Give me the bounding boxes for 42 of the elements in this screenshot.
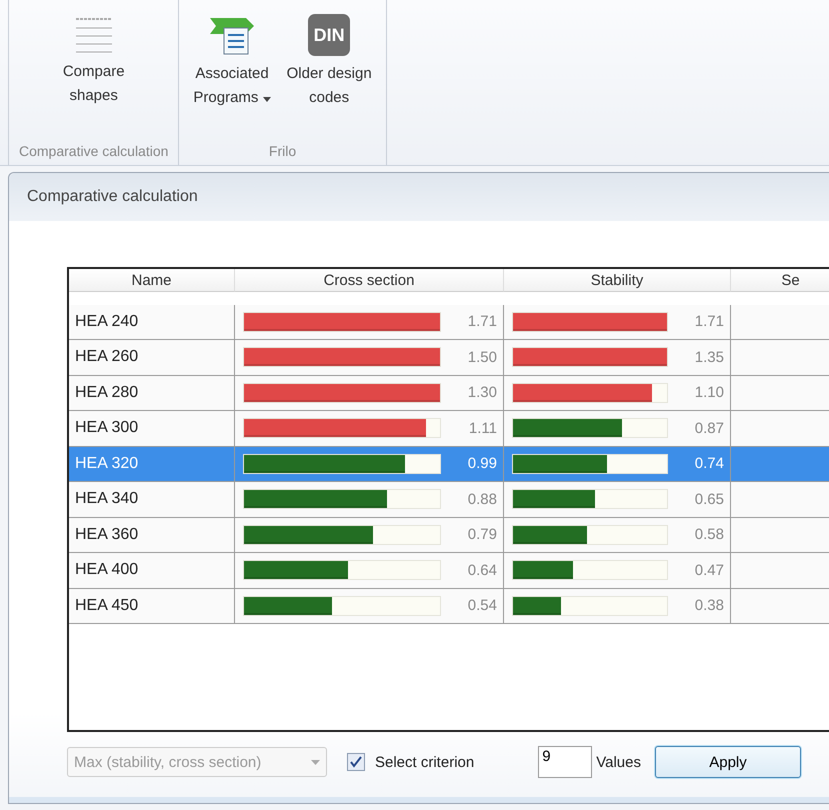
group-label: Comparative calculation <box>19 143 168 161</box>
caret-icon <box>311 760 320 764</box>
bar-reading: 0.65 <box>694 490 724 508</box>
name-cell[interactable]: HEA 450 <box>69 588 235 624</box>
select-criterion-checkbox[interactable]: Select criterion <box>341 752 480 772</box>
bar-reading: 1.71 <box>466 313 497 330</box>
bar-reading: 0.99 <box>466 455 497 472</box>
name-cell[interactable]: HEA 260 <box>69 340 235 376</box>
name-cell[interactable]: HEA 340 <box>69 482 235 518</box>
bar-reading: 0.38 <box>694 597 724 614</box>
column-header[interactable]: Cross section <box>235 269 504 292</box>
bar-reading: 0.58 <box>694 526 724 544</box>
name-cell[interactable]: HEA 300 <box>69 411 235 446</box>
bar-reading: 0.47 <box>694 562 724 579</box>
checkmark-icon <box>350 756 362 768</box>
name-cell[interactable]: HEA 400 <box>69 553 235 588</box>
column-header[interactable]: Name <box>69 269 235 292</box>
name-cell[interactable]: HEA 240 <box>69 304 235 340</box>
ribbon-button[interactable]: Compare shapes <box>58 12 129 143</box>
group-label: Frilo <box>268 143 296 161</box>
bar-reading: 0.74 <box>694 455 724 472</box>
panel-title: Comparative calculation <box>27 188 198 206</box>
name-cell[interactable]: HEA 360 <box>69 518 235 553</box>
column-header[interactable]: Stability <box>504 269 731 292</box>
din-icon: DIN <box>308 14 350 56</box>
values-field[interactable]: 9 <box>538 746 592 778</box>
bar-reading: 0.79 <box>466 526 497 544</box>
ribbon-button[interactable]: Associated Programs <box>189 12 275 143</box>
bar-reading: 1.50 <box>466 348 497 366</box>
bar-reading: 1.10 <box>694 384 724 402</box>
bar-reading: 0.54 <box>466 597 497 614</box>
bar-reading: 1.11 <box>468 420 497 437</box>
bar-reading: 0.88 <box>466 490 497 508</box>
values-label: Values <box>596 754 641 770</box>
bar-reading: 0.64 <box>466 562 497 579</box>
ribbon-button[interactable]: DIN Older design codes <box>282 12 376 143</box>
bar-reading: 1.71 <box>694 313 724 330</box>
bar-reading: 0.87 <box>694 420 724 437</box>
apply-button[interactable]: Apply <box>654 746 801 778</box>
name-cell[interactable]: HEA 280 <box>69 376 235 411</box>
bar-reading: 1.35 <box>694 348 724 366</box>
bar-reading: 1.30 <box>466 384 497 402</box>
